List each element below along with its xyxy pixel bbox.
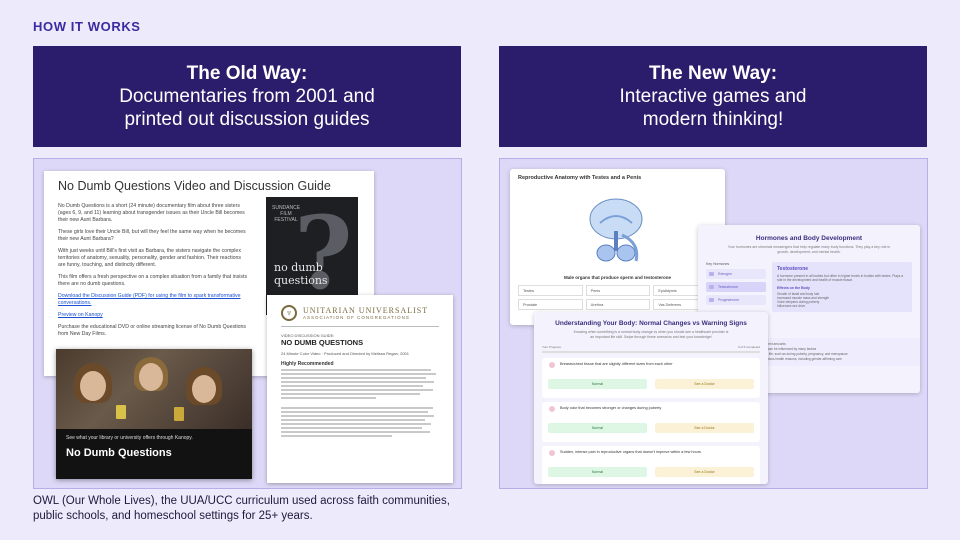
guide-title: NO DUMB QUESTIONS <box>281 338 364 347</box>
progress-label: Your Progress <box>542 345 561 349</box>
owl-caption: OWL (Our Whole Lives), the UUA/UCC curri… <box>33 495 450 522</box>
answer-option[interactable]: Urethra <box>585 299 651 310</box>
old-way-panel: No Dumb Questions Video and Discussion G… <box>33 158 462 489</box>
old-way-line1: Documentaries from 2001 and <box>119 86 375 107</box>
hormone-item[interactable]: Estrogen <box>706 269 766 279</box>
video-caption: See what your library or university offe… <box>66 435 193 441</box>
see-doctor-button[interactable]: See a Doctor <box>655 467 754 477</box>
anatomy-subtitle: Male organs that produce sperm and testo… <box>563 275 672 280</box>
anatomy-game-screen: Reproductive Anatomy with Testes and a P… <box>510 169 725 325</box>
hormone-item[interactable]: Testosterone <box>706 282 766 292</box>
guide-paragraph: With just weeks until Bill's first visit… <box>58 248 241 268</box>
hormone-item[interactable]: Progesterone <box>706 295 766 305</box>
guide-heading: Highly Recommended <box>281 361 334 367</box>
new-way-line2: modern thinking! <box>642 109 784 130</box>
normal-button[interactable]: Normal <box>548 423 647 433</box>
guide-paragraph: This film offers a fresh perspective on … <box>58 274 248 287</box>
hormone-card-title: Testosterone <box>777 266 809 272</box>
hormone-list: Key Hormones Estrogen Testosterone Proge… <box>706 262 766 312</box>
uua-header: ♆ UNITARIAN UNIVERSALIST ASSOCIATION OF … <box>281 305 439 327</box>
anatomy-diagram <box>589 198 643 262</box>
old-way-line2: printed out discussion guides <box>124 109 370 130</box>
chalice-icon: ♆ <box>281 305 297 321</box>
progress-bar <box>542 351 760 353</box>
normal-button[interactable]: Normal <box>548 379 647 389</box>
effect-item: Influences sex drive <box>777 304 806 309</box>
see-doctor-button[interactable]: See a Doctor <box>655 423 754 433</box>
guide-meta: 24 Minute Color Video · Produced and Dir… <box>281 351 409 356</box>
hormone-list-label: Key Hormones <box>706 262 730 266</box>
progress-count: 0 of 5 completed <box>737 345 760 349</box>
video-player[interactable]: See what your library or university offe… <box>56 349 252 479</box>
quiz-progress: Your Progress 0 of 5 completed <box>542 345 760 349</box>
answer-option[interactable]: Penis <box>585 285 651 296</box>
new-way-panel: Reproductive Anatomy with Testes and a P… <box>499 158 928 489</box>
guide-paragraph: Purchase the educational DVD or online s… <box>58 324 247 337</box>
hormone-card-text: A hormone present in all bodies but ofte… <box>777 274 904 283</box>
uua-discussion-guide: ♆ UNITARIAN UNIVERSALIST ASSOCIATION OF … <box>267 295 453 483</box>
uua-subname: ASSOCIATION OF CONGREGATIONS <box>303 315 410 320</box>
quiz-question-card: Breasts/chest tissue that are slightly d… <box>542 358 760 398</box>
quiz-desc: Knowing when something is a normal body … <box>573 330 729 339</box>
old-way-title: The Old Way: <box>186 63 308 84</box>
anatomy-answer-grid: Testes Penis Epididymis Prostate Urethra… <box>518 285 718 310</box>
question-mark-graphic: ? <box>294 197 353 312</box>
kanopy-preview-link[interactable]: Preview on Kanopy <box>58 312 248 319</box>
guide-body-text <box>281 369 439 437</box>
answer-option[interactable]: Testes <box>518 285 583 296</box>
old-way-banner: The Old Way: Documentaries from 2001 and… <box>33 46 461 147</box>
answer-option[interactable]: Prostate <box>518 299 583 310</box>
download-guide-link[interactable]: Download the Discussion Guide (PDF) for … <box>58 293 248 307</box>
dvd-title: no dumb questions <box>274 261 328 287</box>
guide-paragraph: No Dumb Questions is a short (24 minute)… <box>58 203 245 223</box>
see-doctor-button[interactable]: See a Doctor <box>655 379 754 389</box>
quiz-question-card: Sudden, intense pain in reproductive org… <box>542 446 760 484</box>
quiz-question-card: Body odor that becomes stronger or chang… <box>542 402 760 442</box>
guide-page-title: No Dumb Questions Video and Discussion G… <box>58 179 331 193</box>
video-title: No Dumb Questions <box>66 447 172 459</box>
new-way-line1: Interactive games and <box>619 86 807 107</box>
section-kicker: HOW IT WORKS <box>33 19 141 34</box>
question-text: Body odor that becomes stronger or chang… <box>548 406 754 417</box>
hormone-effects-label: Effects on the Body <box>777 285 810 290</box>
new-way-banner: The New Way: Interactive games and moder… <box>499 46 927 147</box>
hormones-desc: Your hormones are chemical messengers th… <box>727 245 891 254</box>
video-still <box>56 349 252 429</box>
hormone-detail-card: Testosterone A hormone present in all bo… <box>772 262 912 313</box>
question-text: Breasts/chest tissue that are slightly d… <box>548 362 754 373</box>
guide-paragraph: These girls love their Uncle Bill, but w… <box>58 229 246 242</box>
question-text: Sudden, intense pain in reproductive org… <box>548 450 754 461</box>
quiz-title: Understanding Your Body: Normal Changes … <box>555 320 747 327</box>
hormones-title: Hormones and Body Development <box>755 235 863 242</box>
new-way-title: The New Way: <box>648 63 778 84</box>
uua-name: UNITARIAN UNIVERSALIST <box>303 306 429 315</box>
body-changes-quiz-screen: Understanding Your Body: Normal Changes … <box>534 312 768 484</box>
anatomy-title: Reproductive Anatomy with Testes and a P… <box>518 175 642 181</box>
normal-button[interactable]: Normal <box>548 467 647 477</box>
